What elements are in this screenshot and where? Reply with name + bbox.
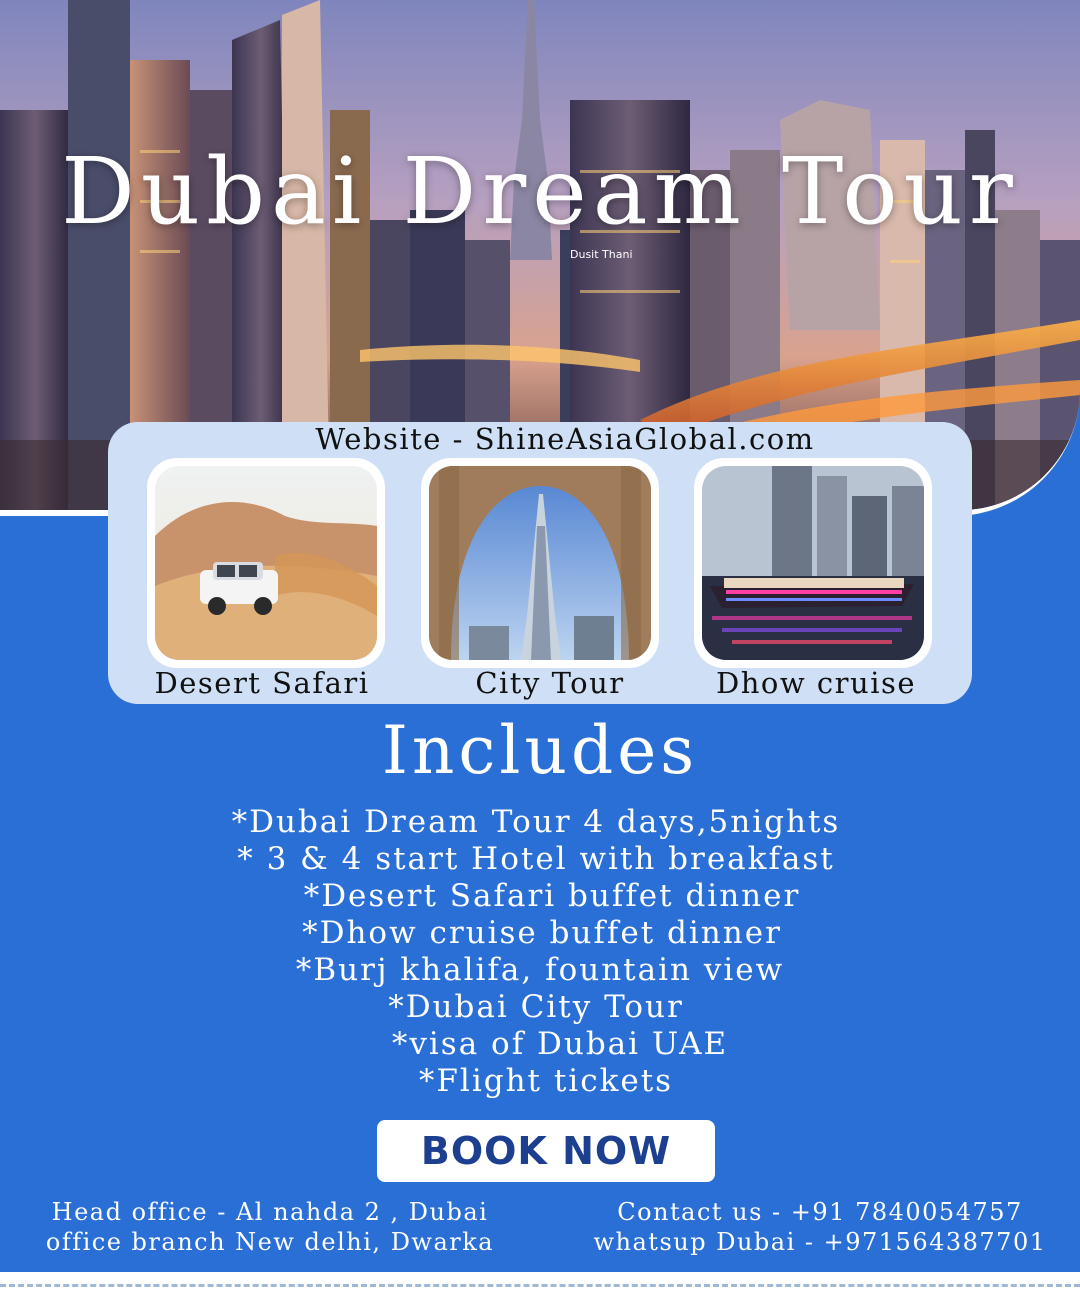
building-sign: Dusit Thani	[570, 248, 633, 261]
head-office-text: Head office - Al nahda 2 , Dubai	[51, 1198, 489, 1226]
list-item: *Burj khalifa, fountain view	[295, 952, 785, 988]
list-item: *visa of Dubai UAE	[391, 1026, 729, 1062]
burj-khalifa-icon	[429, 466, 651, 660]
branch-office-text: office branch New delhi, Dwarka	[45, 1228, 495, 1256]
list-item: *Dubai City Tour	[388, 989, 684, 1025]
desert-safari-card[interactable]	[147, 458, 385, 668]
website-link[interactable]: Website - ShineAsiaGlobal.com	[0, 422, 1080, 456]
includes-heading: Includes	[381, 712, 699, 789]
list-item: *Flight tickets	[418, 1063, 674, 1099]
city-tour-card[interactable]	[421, 458, 659, 668]
bottom-strip	[0, 1272, 1080, 1293]
dhow-cruise-label: Dhow cruise	[715, 666, 917, 700]
contact-phone[interactable]: Contact us - +91 7840054757	[560, 1198, 1080, 1226]
dhow-cruise-card[interactable]	[694, 458, 932, 668]
page-title: Dubai Dream Tour	[61, 138, 1019, 245]
book-now-button[interactable]: BOOK NOW	[377, 1120, 715, 1182]
list-item: *Dubai Dream Tour 4 days,5nights	[231, 804, 841, 840]
desert-suv-icon	[155, 466, 377, 660]
desert-safari-label: Desert Safari	[154, 666, 370, 700]
list-item: *Dhow cruise buffet dinner	[302, 915, 782, 951]
list-item: * 3 & 4 start Hotel with breakfast	[237, 841, 835, 877]
city-tour-label: City Tour	[475, 666, 625, 700]
dashed-divider	[0, 1284, 1080, 1287]
list-item: *Desert Safari buffet dinner	[303, 878, 801, 914]
whatsapp-phone[interactable]: whatsup Dubai - +971564387701	[560, 1228, 1080, 1256]
dhow-cruise-icon	[702, 466, 924, 660]
